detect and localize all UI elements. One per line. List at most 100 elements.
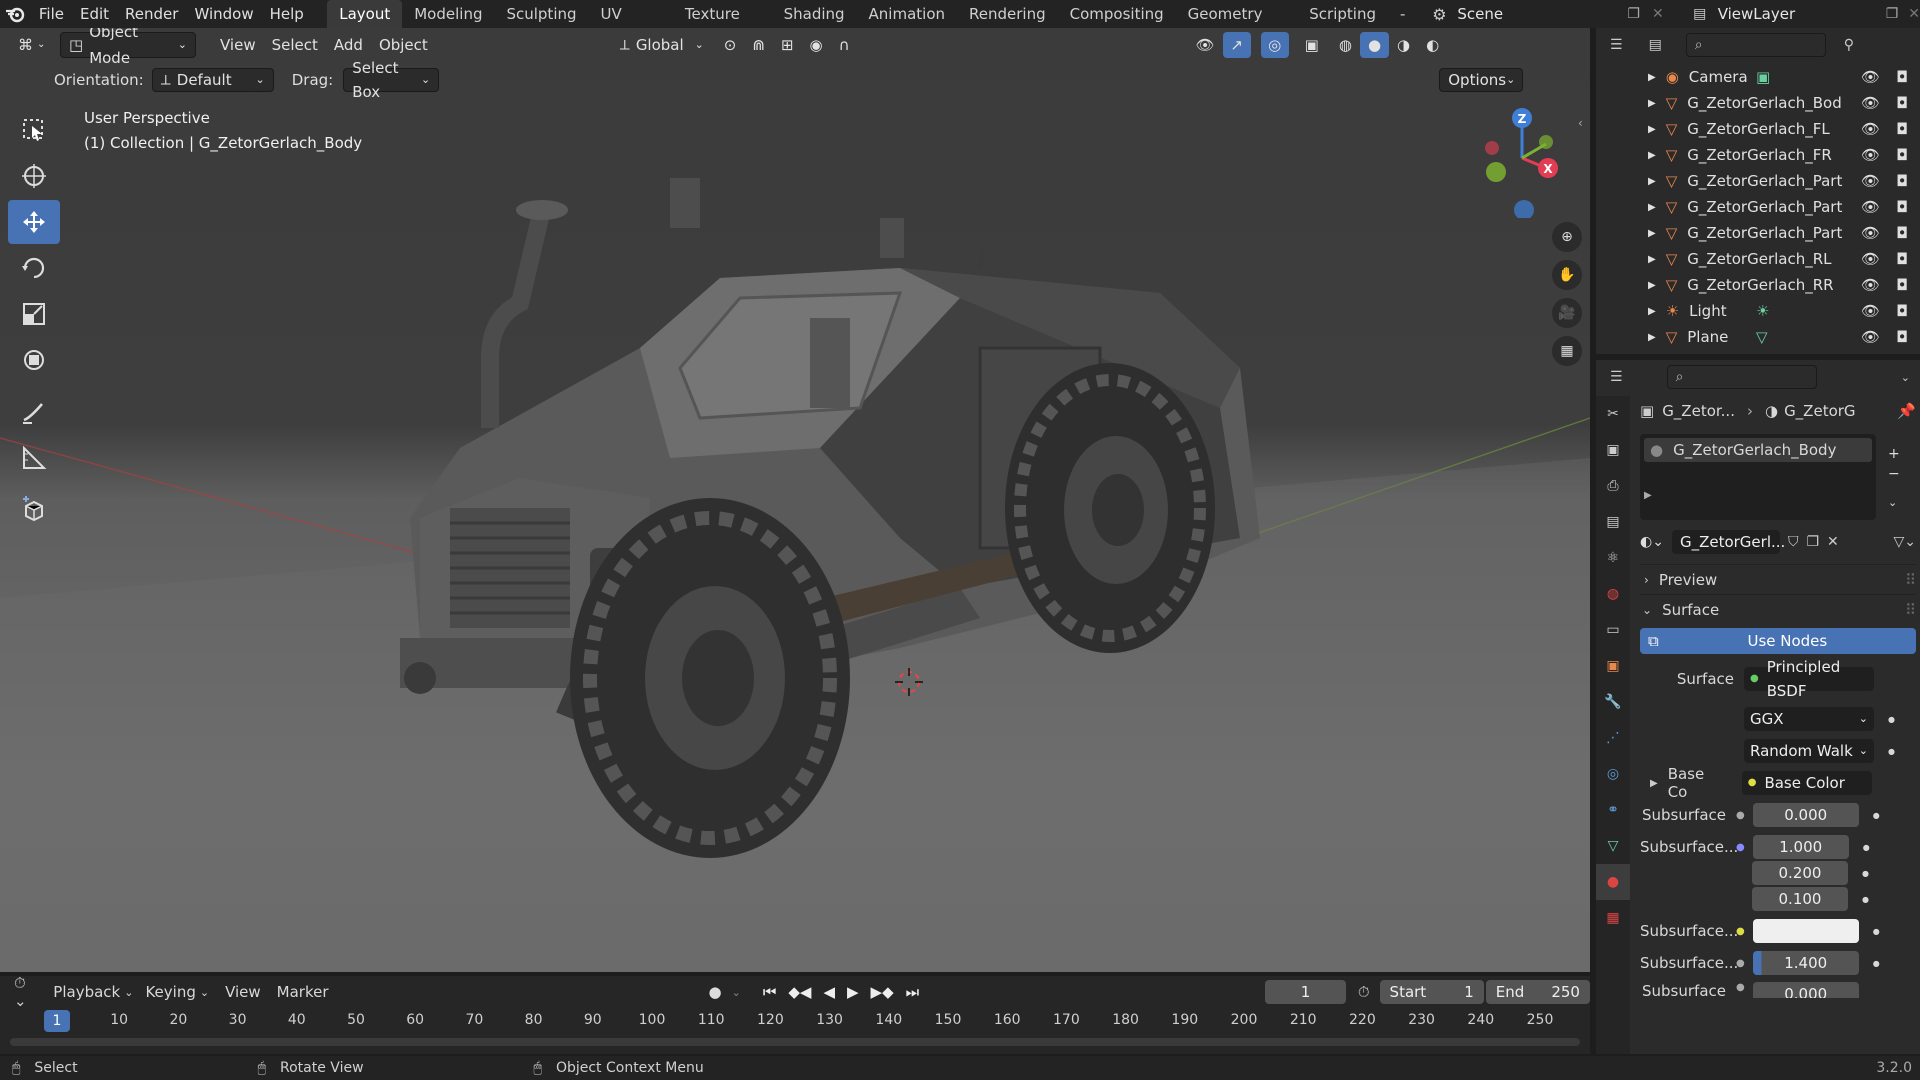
filter-icon[interactable]: ⚲ [1844, 37, 1854, 53]
menu-view[interactable]: View [225, 983, 261, 1001]
tab-sculpting[interactable]: Sculpting [494, 0, 588, 28]
end-frame-field[interactable]: End 250 [1485, 980, 1590, 1004]
render-camera-icon[interactable]: ◘ [1896, 146, 1908, 164]
surface-panel-header[interactable]: ⌄ Surface ⠿ [1640, 594, 1916, 624]
link-mode-icon[interactable]: ▽⌄ [1894, 534, 1917, 550]
outliner-item-light[interactable]: ▶ ☀ Light ☀ 👁 ◘ [1596, 298, 1920, 324]
falloff-icon[interactable]: ∩ [831, 32, 858, 58]
proportional-edit-icon[interactable]: ◉ [802, 32, 831, 58]
pan-hand-icon[interactable]: ✋ [1552, 260, 1582, 290]
keyframe-dot-icon[interactable]: ● [1873, 959, 1880, 968]
rotate-tool[interactable] [8, 246, 60, 290]
outliner-search-input[interactable]: ⌕ [1685, 33, 1826, 57]
render-camera-icon[interactable]: ◘ [1896, 120, 1908, 138]
cursor-tool[interactable] [8, 154, 60, 198]
keyframe-dot-icon[interactable]: ● [1888, 747, 1895, 756]
outliner-item-rr[interactable]: ▶ ▽ G_ZetorGerlach_RR 👁 ◘ [1596, 272, 1920, 298]
keyframe-dot-icon[interactable]: ● [1862, 895, 1869, 904]
chevron-down-icon[interactable]: ⌄ [732, 986, 741, 999]
material-name-field[interactable]: G_ZetorGerl... [1671, 530, 1785, 554]
tab-scripting[interactable]: Scripting [1297, 0, 1388, 28]
mode-dropdown[interactable]: ◳ Object Mode ⌄ [60, 28, 196, 67]
expand-arrow-icon[interactable]: ▶ [1648, 280, 1656, 291]
tab-constraints[interactable]: ⚭ [1596, 792, 1630, 828]
tab-render[interactable]: ▣ [1596, 432, 1630, 468]
play-reverse-icon[interactable]: ◀ [823, 983, 835, 1001]
render-camera-icon[interactable]: ◘ [1896, 172, 1908, 190]
render-camera-icon[interactable]: ◘ [1896, 302, 1908, 320]
eye-icon[interactable]: 👁 [1861, 250, 1880, 268]
keyframe-dot-icon[interactable]: ● [1863, 843, 1870, 852]
subsurface-radius-z-field[interactable]: 0.100 [1752, 887, 1848, 911]
annotate-tool[interactable] [8, 390, 60, 434]
tab-compositing[interactable]: Compositing [1058, 0, 1176, 28]
menu-render[interactable]: Render [117, 0, 186, 28]
outliner-item-body[interactable]: ▶ ▽ G_ZetorGerlach_Bod 👁 ◘ [1596, 90, 1920, 116]
expand-arrow-icon[interactable]: ▶ [1648, 202, 1656, 213]
unlink-material-icon[interactable]: ✕ [1827, 534, 1839, 550]
keyframe-dot-icon[interactable]: ● [1873, 811, 1880, 820]
render-camera-icon[interactable]: ◘ [1896, 94, 1908, 112]
expand-arrow-icon[interactable]: ▶ [1648, 72, 1656, 83]
eye-icon[interactable]: 👁 [1861, 68, 1880, 86]
subsurface-method-dropdown[interactable]: Random Walk ⌄ [1744, 739, 1874, 763]
gizmo-toggle-icon[interactable]: ↗ [1222, 32, 1251, 58]
play-icon[interactable]: ▶ [847, 983, 859, 1001]
drag-handle-icon[interactable]: ⠿ [1905, 601, 1916, 619]
render-camera-icon[interactable]: ◘ [1896, 198, 1908, 216]
list-expand-icon[interactable]: ▶ [1644, 490, 1872, 501]
workspace-more-button[interactable]: - [1388, 0, 1417, 28]
blender-logo-icon[interactable] [0, 0, 31, 28]
start-frame-field[interactable]: Start 1 [1379, 980, 1484, 1004]
tab-particles[interactable]: ⋰ [1596, 720, 1630, 756]
expand-arrow-icon[interactable]: ▶ [1648, 228, 1656, 239]
expand-arrow-icon[interactable]: ▶ [1648, 332, 1656, 343]
record-icon[interactable]: ● [709, 983, 722, 1001]
expand-arrow-icon[interactable]: ▶ [1648, 150, 1656, 161]
frame-ruler[interactable]: 1 10 20 30 40 50 60 70 80 90 100 110 120 130 140 150 16… [0, 1010, 1590, 1034]
tab-rendering[interactable]: Rendering [957, 0, 1058, 28]
menu-help[interactable]: Help [262, 0, 312, 28]
prev-keyframe-icon[interactable]: ◆◀ [788, 983, 811, 1001]
material-browse-icon[interactable]: ◐⌄ [1640, 534, 1664, 550]
tab-world[interactable]: ◍ [1596, 576, 1630, 612]
select-box-tool[interactable] [8, 108, 60, 152]
preview-panel-header[interactable]: › Preview ⠿ [1640, 564, 1916, 594]
preview-range-icon[interactable]: ⏱ [1358, 983, 1370, 1001]
vehicle-model[interactable] [340, 118, 1280, 878]
snap-target-icon[interactable]: ⊞ [773, 32, 802, 58]
tab-modeling[interactable]: Modeling [402, 0, 494, 28]
eye-icon[interactable]: 👁 [1861, 172, 1880, 190]
tab-texture-paint[interactable]: Texture Paint [673, 0, 772, 51]
drag-handle-icon[interactable]: ⠿ [1905, 571, 1916, 589]
menu-marker[interactable]: Marker [277, 983, 329, 1001]
tab-view-layer[interactable]: ▤ [1596, 504, 1630, 540]
outliner-item-part[interactable]: ▶ ▽ G_ZetorGerlach_Part 👁 ◘ [1596, 168, 1920, 194]
scene-selector[interactable]: ⚙ Scene [1421, 2, 1607, 26]
transform-orientation-dropdown[interactable]: ⟂ Global ⌄ [612, 32, 712, 58]
tab-physics[interactable]: ◎ [1596, 756, 1630, 792]
pivot-point-icon[interactable]: ⊙ [716, 32, 745, 58]
subsurface-anisotropy-field[interactable]: 0.000 [1752, 982, 1859, 998]
move-tool[interactable] [8, 200, 60, 244]
pin-icon[interactable]: 📌 [1897, 402, 1916, 420]
transform-tool[interactable] [8, 338, 60, 382]
copy-view-layer-icon[interactable]: ❐ [1886, 6, 1899, 22]
drag-dropdown[interactable]: Select Box ⌄ [343, 59, 440, 101]
sidebar-toggle-icon[interactable]: ‹ [1578, 116, 1583, 130]
tab-material[interactable]: ● [1596, 864, 1630, 900]
menu-select[interactable]: Select [264, 32, 326, 58]
eye-icon[interactable]: 👁 [1861, 146, 1880, 164]
render-camera-icon[interactable]: ◘ [1896, 276, 1908, 294]
tab-scene[interactable]: ⚛ [1596, 540, 1630, 576]
solid-shading-icon[interactable]: ● [1359, 32, 1390, 58]
zoom-icon[interactable]: ⊕ [1552, 222, 1582, 252]
subsurface-value-field[interactable]: 0.000 [1752, 803, 1859, 827]
fake-user-icon[interactable]: ⛉ [1788, 534, 1799, 550]
eye-icon[interactable]: 👁 [1861, 328, 1880, 346]
editor-type-icon[interactable]: ⏱⌄ [14, 974, 35, 1010]
camera-view-icon[interactable]: 🎥 [1552, 298, 1582, 328]
expand-arrow-icon[interactable]: ▶ [1648, 306, 1656, 317]
scale-tool[interactable] [8, 292, 60, 336]
outliner-item-rl[interactable]: ▶ ▽ G_ZetorGerlach_RL 👁 ◘ [1596, 246, 1920, 272]
